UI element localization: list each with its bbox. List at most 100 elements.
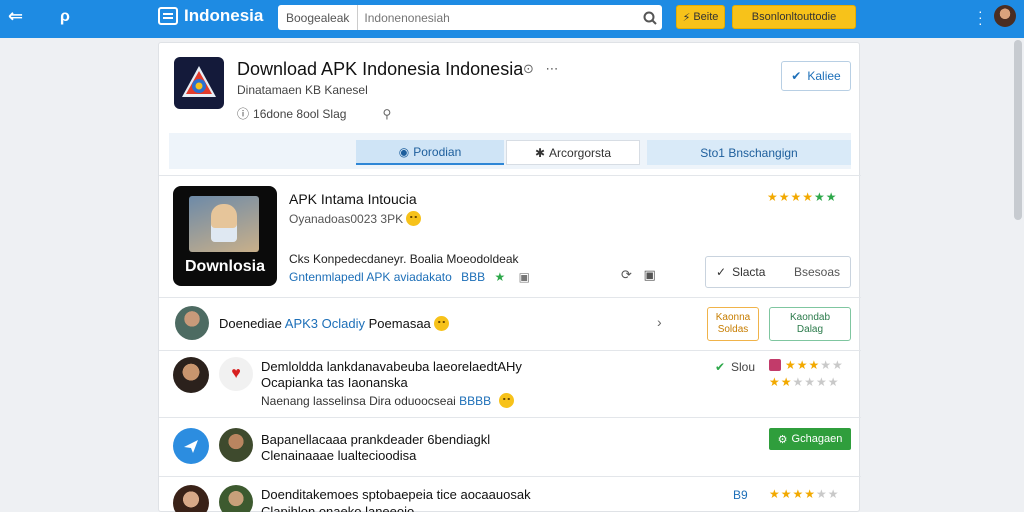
list-item[interactable]: Doenditakemoes sptobaepeia tice aocaauos… xyxy=(159,477,861,512)
row-line3: Naenang lasselinsa Dira oduoocseai BBBB xyxy=(261,393,514,408)
share-secondary-label: Bsesoas xyxy=(793,265,840,279)
featured-image-label: Downlosia xyxy=(184,258,265,275)
list-item[interactable]: ♥ Demloldda lankdanavabeuba laeorelaedtA… xyxy=(159,351,861,417)
featured-subtitle-text: Oyanadoas0023 3PK xyxy=(289,212,404,226)
row-title-text: Doenditakemoes sptobaepeia tice aocaauos… xyxy=(261,487,531,502)
featured-link-tag: BBB xyxy=(461,270,486,284)
badge-dalag[interactable]: Kaondab Dalag xyxy=(769,307,851,341)
row-title: Doenditakemoes sptobaepeia tice aocaauos… xyxy=(261,487,531,502)
tab-porodian[interactable]: ◉ Porodian xyxy=(356,140,504,165)
avatar xyxy=(219,428,253,462)
info-icon: ⓘ xyxy=(237,107,250,121)
search-category[interactable]: Boogealeak xyxy=(278,5,359,30)
store-icon xyxy=(158,7,178,25)
brand-logo[interactable]: Indonesia xyxy=(158,6,263,26)
check-icon: ✔ xyxy=(715,360,726,374)
follow-label: Kaliee xyxy=(807,69,841,83)
list-item[interactable]: Doenediae APK3 Ocladiy Poemasaa › Kaonna… xyxy=(159,298,861,350)
avatar xyxy=(175,306,209,340)
share-label: Slacta xyxy=(732,265,766,279)
search-bar: Boogealeak xyxy=(278,5,662,30)
smile-emoji-icon xyxy=(406,211,422,226)
top-bar: ⇐ ρ Indonesia Boogealeak ⚡ Beite Bsonlon… xyxy=(0,0,1024,38)
flash-icon: ⚡ xyxy=(682,11,691,24)
user-avatar[interactable] xyxy=(994,5,1016,27)
search-icon[interactable] xyxy=(638,5,662,30)
row-action-label: Gchagaen xyxy=(791,433,843,445)
gear-icon: ⚙ xyxy=(777,433,788,446)
star-icon: ✱ xyxy=(534,145,546,160)
search-icon[interactable]: ⊙ xyxy=(523,61,534,76)
row-action-button[interactable]: ⚙ Gchagaen xyxy=(769,428,851,450)
share-button[interactable]: ✓ Slacta Bsesoas xyxy=(705,256,851,288)
tab-label: Porodian xyxy=(413,144,462,159)
row-text-b[interactable]: APK3 Ocladiy xyxy=(285,316,365,331)
back-icon[interactable]: ⇐ xyxy=(8,6,23,27)
pin-icon[interactable]: ⚲ xyxy=(382,107,391,121)
tag-icon xyxy=(769,359,781,371)
rating-stars: ★★★★★★ xyxy=(769,487,840,501)
row-status: Slou xyxy=(731,360,756,374)
wide-action-label: Bsonlonltouttodie xyxy=(751,11,837,23)
smile-emoji-icon xyxy=(434,316,450,331)
info-icon: ◉ xyxy=(398,144,410,159)
app-meta-text: 16done 8ool Slag xyxy=(253,106,347,121)
chevron-right-icon[interactable]: › xyxy=(657,314,662,330)
heart-icon: ♥ xyxy=(231,365,241,382)
tab-label: Sto1 Bnschangign xyxy=(700,145,798,160)
divider xyxy=(159,175,861,176)
featured-link[interactable]: Gntenmlapedl APK aviadakato BBB ★ ▣ xyxy=(289,270,530,284)
badge-soldas[interactable]: Kaonna Soldas xyxy=(707,307,759,341)
check-shield-icon: ✔ xyxy=(791,69,802,83)
avatar xyxy=(173,357,209,393)
favorite-button[interactable]: ♥ xyxy=(219,357,253,391)
avatar xyxy=(173,485,209,512)
bookmark-icon[interactable]: ▣ xyxy=(519,270,530,284)
more-menu-icon[interactable]: · · · xyxy=(978,4,983,30)
share-app-icon[interactable] xyxy=(173,428,209,464)
rating-stars: ★★★★★ xyxy=(785,358,844,372)
star-icon: ★ xyxy=(494,270,506,284)
avatar xyxy=(219,485,253,512)
tab-bar: ◉ Porodian ✱ Arcorgorsta Sto1 Bnschangig… xyxy=(169,133,851,169)
featured-description: Cks Konpedecdaneyr. Boalia Moeodoldeak xyxy=(289,252,519,266)
scrollbar[interactable] xyxy=(1014,40,1022,220)
list-item[interactable]: Bapanellacaaa prankdeader 6bendiagkl Cle… xyxy=(159,418,861,476)
pin-icon[interactable]: ρ xyxy=(60,8,70,26)
rating-stars-secondary: ★★★★★★ xyxy=(769,375,840,389)
smile-emoji-icon xyxy=(498,393,514,408)
app-subtitle: Dinatamaen KB Kanesel xyxy=(237,83,368,97)
row-tag[interactable]: B9 xyxy=(733,488,748,502)
row-text-c: Poemasaa xyxy=(368,316,431,331)
row-line2: Clenainaaae lualtecioodisa xyxy=(261,448,417,463)
row-title: Bapanellacaaa prankdeader 6bendiagkl xyxy=(261,432,491,447)
row-line3-tag[interactable]: BBBB xyxy=(459,394,491,408)
follow-button[interactable]: ✔ Kaliee xyxy=(781,61,851,91)
featured-subtitle: Oyanadoas0023 3PK xyxy=(289,211,422,226)
send-icon xyxy=(184,440,198,453)
title-action-icons[interactable]: ⊙ ⋯ xyxy=(523,61,559,77)
featured-image[interactable]: Downlosia xyxy=(173,186,277,286)
app-card: Download APK Indonesia Indonesia ⊙ ⋯ Din… xyxy=(158,42,861,512)
app-icon xyxy=(174,57,224,109)
image-icon[interactable]: ▣ xyxy=(644,267,656,282)
featured-rating: ★★★★★★ xyxy=(767,190,838,204)
small-action-button[interactable]: ⚡ Beite xyxy=(676,5,725,29)
more-icon[interactable]: ⋯ xyxy=(546,61,559,76)
tab-stos-bnschangign[interactable]: Sto1 Bnschangign xyxy=(647,140,851,165)
brand-name: Indonesia xyxy=(184,6,264,25)
tab-arcorgorsta[interactable]: ✱ Arcorgorsta xyxy=(506,140,640,165)
page-title: Download APK Indonesia Indonesia xyxy=(237,59,524,79)
share-icon: ✓ xyxy=(716,265,727,279)
featured-photo xyxy=(189,196,259,252)
app-logo-icon xyxy=(182,66,216,97)
row-line2: Clapihlon onaeko laneeoio xyxy=(261,504,415,512)
refresh-icon[interactable]: ⟳ xyxy=(621,267,632,282)
row-line3-text: Naenang lasselinsa Dira oduoocseai xyxy=(261,394,456,408)
featured-title[interactable]: APK Intama Intoucia xyxy=(289,191,417,207)
row-text-a: Doenediae xyxy=(219,316,282,331)
row-title: Doenediae APK3 Ocladiy Poemasaa xyxy=(219,316,450,331)
search-input[interactable] xyxy=(358,10,638,25)
wide-action-button[interactable]: Bsonlonltouttodie xyxy=(732,5,856,29)
small-action-label: Beite xyxy=(693,11,719,23)
